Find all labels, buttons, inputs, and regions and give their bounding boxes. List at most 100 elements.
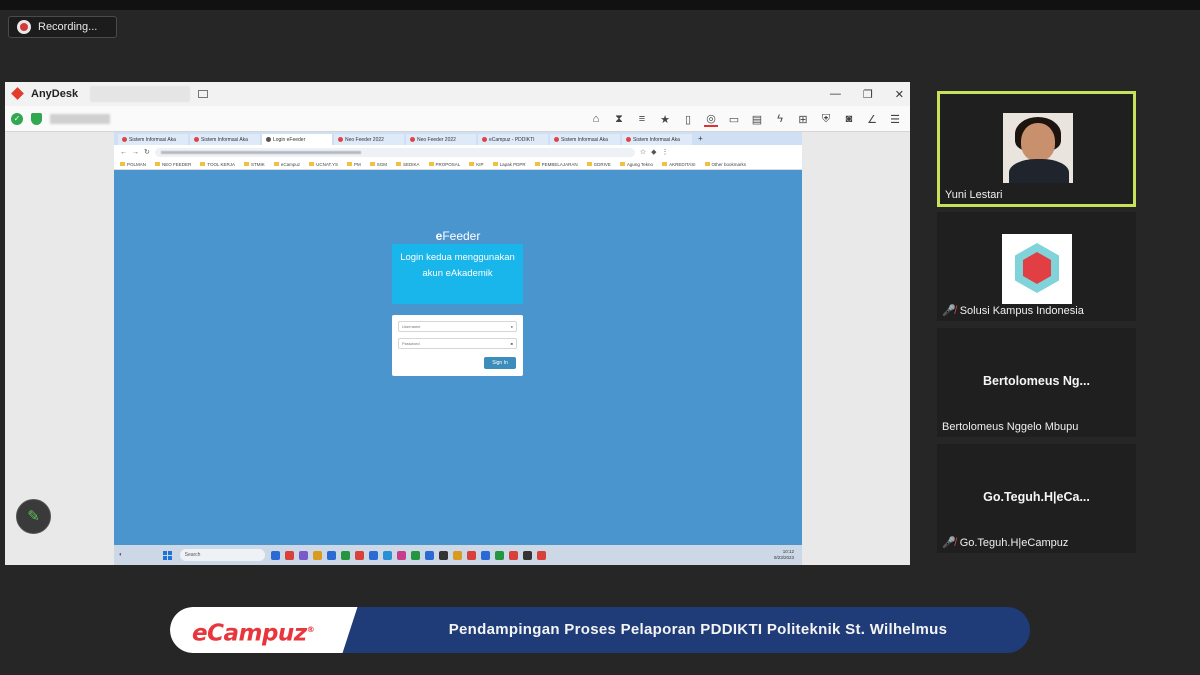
browser-tab[interactable]: Sistem Informasi Aka <box>190 134 260 145</box>
taskbar-clock[interactable]: 10:12 9/23/2023 <box>774 549 794 561</box>
bookmark-item[interactable]: POLMAN <box>120 162 146 167</box>
star-icon[interactable]: ★ <box>658 113 672 126</box>
file-icon[interactable]: ▯ <box>681 113 695 126</box>
taskbar-app-icon[interactable] <box>284 550 294 560</box>
taskbar-app-icon[interactable] <box>396 550 406 560</box>
participant-tile-active[interactable]: Yuni Lestari <box>937 91 1136 207</box>
participant-tile[interactable]: Go.Teguh.H|eCa... 🎤̸ Go.Teguh.H|eCampuz <box>937 444 1136 553</box>
participant-display-name: Bertolomeus Ng... <box>983 374 1090 388</box>
efeeder-login-form: Username ● Password ■ Sign In <box>392 315 523 376</box>
browser-tab[interactable]: Sistem Informasi Aka <box>622 134 692 145</box>
signin-button[interactable]: Sign In <box>484 357 516 369</box>
minimize-button[interactable]: — <box>830 88 841 100</box>
chat-icon[interactable]: ▤ <box>750 113 764 126</box>
browser-tab[interactable]: Sistem Informasi Aka <box>550 134 620 145</box>
url-field-redacted[interactable] <box>154 147 635 157</box>
recording-icon <box>17 20 31 34</box>
bookmark-item[interactable]: UCNAT.YS <box>309 162 338 167</box>
participant-name: Bertolomeus Nggelo Mbupu <box>942 421 1079 433</box>
anydesk-window: AnyDesk — ❐ ✕ ✓ ⌂ ⧗ ≡ ★ ▯ ◎ ▭ ▤ ϟ ⊞ ⛨ ◙ … <box>5 82 910 565</box>
taskbar-app-icon[interactable] <box>424 550 434 560</box>
bookmark-item[interactable]: SEDIKA <box>396 162 420 167</box>
browser-tab[interactable]: Sistem Informasi Aka <box>118 134 188 145</box>
lightning-icon[interactable]: ϟ <box>773 113 787 125</box>
hourglass-icon[interactable]: ⧗ <box>612 113 626 126</box>
window-controls: — ❐ ✕ <box>830 82 904 106</box>
participant-tile[interactable]: Bertolomeus Ng... Bertolomeus Nggelo Mbu… <box>937 328 1136 437</box>
weather-icon[interactable]: ◐ <box>119 552 123 558</box>
bookmark-item[interactable]: STMIK <box>244 162 265 167</box>
screen-icon[interactable]: ▭ <box>727 113 741 126</box>
annotate-pen-button[interactable]: ✎ <box>16 499 51 534</box>
windows-start-icon[interactable] <box>162 550 172 560</box>
anydesk-app-name: AnyDesk <box>31 88 79 100</box>
bookmark-star-icon[interactable]: ☆ <box>640 148 646 156</box>
taskbar-app-icon[interactable] <box>536 550 546 560</box>
password-field[interactable]: Password ■ <box>398 338 517 349</box>
bookmarks-bar: POLMAN NEO FEEDER TOOL KERJA STMIK eCamp… <box>114 159 802 170</box>
mic-muted-icon: 🎤̸ <box>942 305 956 317</box>
taskbar-app-icon[interactable] <box>270 550 280 560</box>
bookmark-item[interactable]: PROPOSAL <box>429 162 461 167</box>
bookmark-item[interactable]: TOOL KERJA <box>200 162 235 167</box>
remote-screen[interactable]: Sistem Informasi Aka Sistem Informasi Ak… <box>114 132 802 565</box>
taskbar-app-icon[interactable] <box>452 550 462 560</box>
bookmark-item[interactable]: SGM <box>370 162 387 167</box>
taskbar-app-icon[interactable] <box>340 550 350 560</box>
database-icon[interactable]: ≡ <box>635 113 649 125</box>
whiteboard-icon[interactable]: ∠ <box>865 113 879 126</box>
taskbar-app-icon[interactable] <box>438 550 448 560</box>
new-tab-icon[interactable]: + <box>698 132 703 145</box>
taskbar-app-icon[interactable] <box>326 550 336 560</box>
taskbar-search[interactable]: Search <box>179 549 265 561</box>
taskbar-app-icon[interactable] <box>354 550 364 560</box>
bookmark-item[interactable]: eCampuz <box>274 162 300 167</box>
taskbar-app-icon[interactable] <box>466 550 476 560</box>
username-field[interactable]: Username ● <box>398 321 517 332</box>
bookmark-item[interactable]: Agung Tekno <box>620 162 653 167</box>
settings-icon[interactable]: ⌂ <box>589 113 603 125</box>
browser-tab-active[interactable]: Login eFeeder <box>262 134 332 145</box>
monitor-icon[interactable] <box>198 90 209 98</box>
bookmark-item[interactable]: GDRIVE <box>587 162 611 167</box>
record-icon[interactable]: ◙ <box>842 113 856 125</box>
browser-tab[interactable]: eCampuz - PDDIKTI <box>478 134 548 145</box>
taskbar-app-icon[interactable] <box>480 550 490 560</box>
recording-indicator[interactable]: Recording... <box>8 16 117 38</box>
taskbar-app-icon[interactable] <box>312 550 322 560</box>
bookmark-item[interactable]: AKREDITASI <box>662 162 695 167</box>
recording-label: Recording... <box>38 21 98 33</box>
browser-tab[interactable]: Neo Feeder 2022 <box>406 134 476 145</box>
restore-button[interactable]: ❐ <box>863 88 873 101</box>
taskbar-app-icon[interactable] <box>298 550 308 560</box>
browser-tab[interactable]: Neo Feeder 2022 <box>334 134 404 145</box>
participant-name: 🎤̸ Solusi Kampus Indonesia <box>942 304 1084 318</box>
display-icon[interactable]: ◎ <box>704 112 718 127</box>
browser-menu-icon[interactable]: ⋮ <box>662 148 669 156</box>
taskbar-app-icon[interactable] <box>368 550 378 560</box>
bookmark-item[interactable]: Lapak PDPR <box>493 162 526 167</box>
taskbar-app-icon[interactable] <box>494 550 504 560</box>
bookmark-item[interactable]: KIP <box>469 162 483 167</box>
menu-icon[interactable]: ☰ <box>888 113 902 126</box>
taskbar-app-icon[interactable] <box>508 550 518 560</box>
permission-icon[interactable]: ⛨ <box>819 113 833 126</box>
ecampuz-logo: eCampuz® <box>170 607 336 653</box>
extensions-icon[interactable]: ◆ <box>651 148 656 156</box>
taskbar-app-icon[interactable] <box>382 550 392 560</box>
user-icon: ● <box>510 324 513 329</box>
forward-icon[interactable]: → <box>132 149 139 156</box>
keyboard-icon[interactable]: ⊞ <box>796 113 810 126</box>
bookmark-item[interactable]: NEO FEEDER <box>155 162 191 167</box>
lock-icon: ■ <box>510 341 513 346</box>
bookmark-item[interactable]: Other bookmarks <box>705 162 747 167</box>
taskbar-app-icon[interactable] <box>410 550 420 560</box>
bookmark-item[interactable]: PEMBELAJARAN <box>535 162 578 167</box>
close-button[interactable]: ✕ <box>895 88 904 101</box>
browser-address-bar: ← → ↻ ☆ ◆ ⋮ <box>114 145 802 159</box>
bookmark-item[interactable]: PM <box>347 162 361 167</box>
taskbar-app-icon[interactable] <box>522 550 532 560</box>
participant-tile[interactable]: 🎤̸ Solusi Kampus Indonesia <box>937 212 1136 321</box>
reload-icon[interactable]: ↻ <box>144 148 150 156</box>
back-icon[interactable]: ← <box>120 149 127 156</box>
